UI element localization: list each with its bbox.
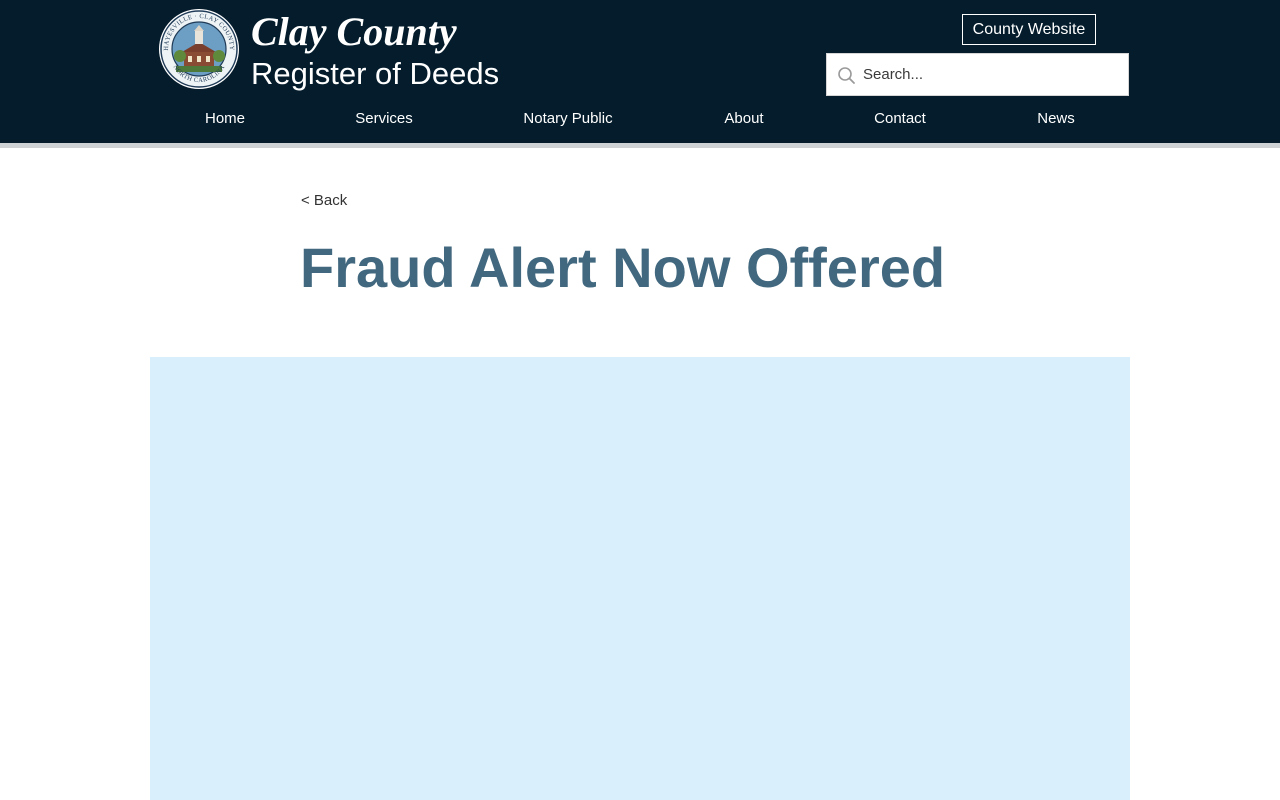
back-link[interactable]: < Back — [301, 190, 347, 212]
post-image-placeholder — [150, 357, 1130, 800]
search-box[interactable] — [826, 53, 1129, 96]
nav-item-notary-public[interactable]: Notary Public — [498, 104, 638, 134]
site-subtitle[interactable]: Register of Deeds — [251, 55, 499, 93]
page-title: Fraud Alert Now Offered — [300, 236, 946, 299]
search-icon — [837, 66, 857, 86]
nav-item-home[interactable]: Home — [170, 104, 280, 134]
nav-item-about[interactable]: About — [694, 104, 794, 134]
county-website-button[interactable]: County Website — [962, 14, 1096, 45]
site-title[interactable]: Clay County — [251, 8, 457, 56]
header-divider — [0, 143, 1280, 148]
nav-item-news[interactable]: News — [1006, 104, 1106, 134]
search-input[interactable] — [863, 54, 1125, 95]
main-nav: Home Services Notary Public About Contac… — [150, 104, 1130, 134]
county-seal-logo[interactable]: HAYESVILLE · CLAY COUNTY NORTH CAROLINA — [158, 8, 240, 90]
site-header: HAYESVILLE · CLAY COUNTY NORTH CAROLINA … — [0, 0, 1280, 143]
nav-item-services[interactable]: Services — [329, 104, 439, 134]
nav-item-contact[interactable]: Contact — [850, 104, 950, 134]
